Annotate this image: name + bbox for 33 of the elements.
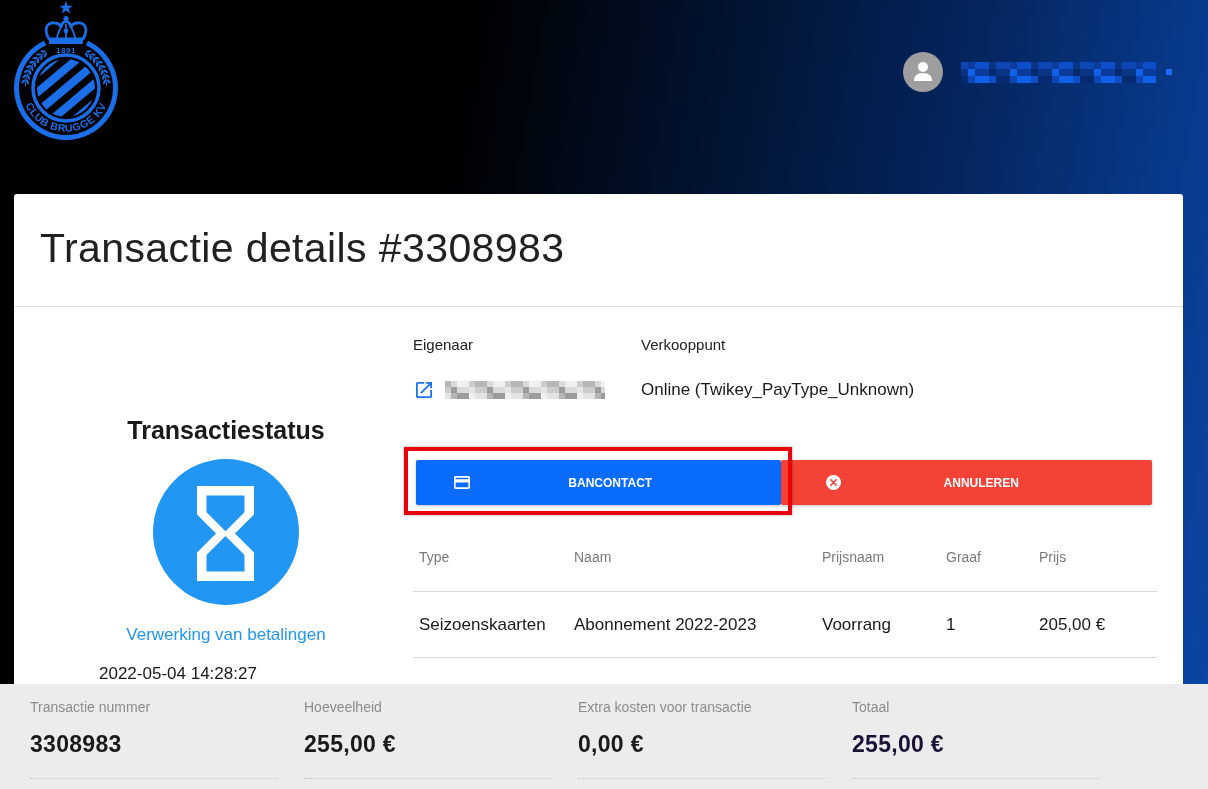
field-value: Online (Twikey_PayType_Unknown)	[641, 379, 916, 401]
summary-label: Extra kosten voor transactie	[578, 698, 753, 716]
field-label: Eigenaar	[413, 335, 475, 355]
crest-year: 1891	[55, 45, 77, 55]
summary-value: 255,00 €	[852, 730, 945, 758]
summary-label: Hoeveelheid	[304, 698, 383, 716]
table-cell: Seizoenskaarten	[413, 592, 568, 658]
column-header: Prijsnaam	[816, 522, 940, 592]
status-heading: Transactiestatus	[127, 415, 325, 445]
page-title: Transactie details #3308983	[14, 194, 1183, 307]
column-header: Type	[413, 522, 568, 592]
external-link-icon[interactable]	[416, 382, 432, 398]
summary-value: 3308983	[30, 730, 123, 758]
summary-value: 0,00 €	[578, 730, 645, 758]
cancel-button[interactable]: ANNULEREN	[780, 460, 1152, 505]
avatar-icon[interactable]	[903, 52, 943, 92]
hourglass-icon	[153, 459, 299, 605]
column-header: Prijs	[1033, 522, 1157, 592]
summary-value: 255,00 €	[304, 730, 397, 758]
table-cell: Abonnement 2022-2023	[568, 592, 816, 658]
field-label: Verkooppunt	[641, 335, 727, 355]
column-header: Graaf	[940, 522, 1033, 592]
cancel-icon	[825, 475, 841, 490]
credit-card-icon	[454, 476, 470, 489]
pay-button[interactable]: BANCONTACT	[416, 460, 781, 505]
table-cell: Voorrang	[816, 592, 940, 658]
summary-label: Totaal	[852, 698, 891, 716]
table-cell: 205,00 €	[1033, 592, 1157, 658]
status-label: Verwerking van betalingen	[126, 624, 326, 646]
summary-label: Transactie nummer	[30, 698, 152, 716]
table-cell: 1	[940, 592, 1033, 658]
status-timestamp: 2022-05-04 14:28:27	[99, 664, 257, 684]
column-header: Naam	[568, 522, 816, 592]
